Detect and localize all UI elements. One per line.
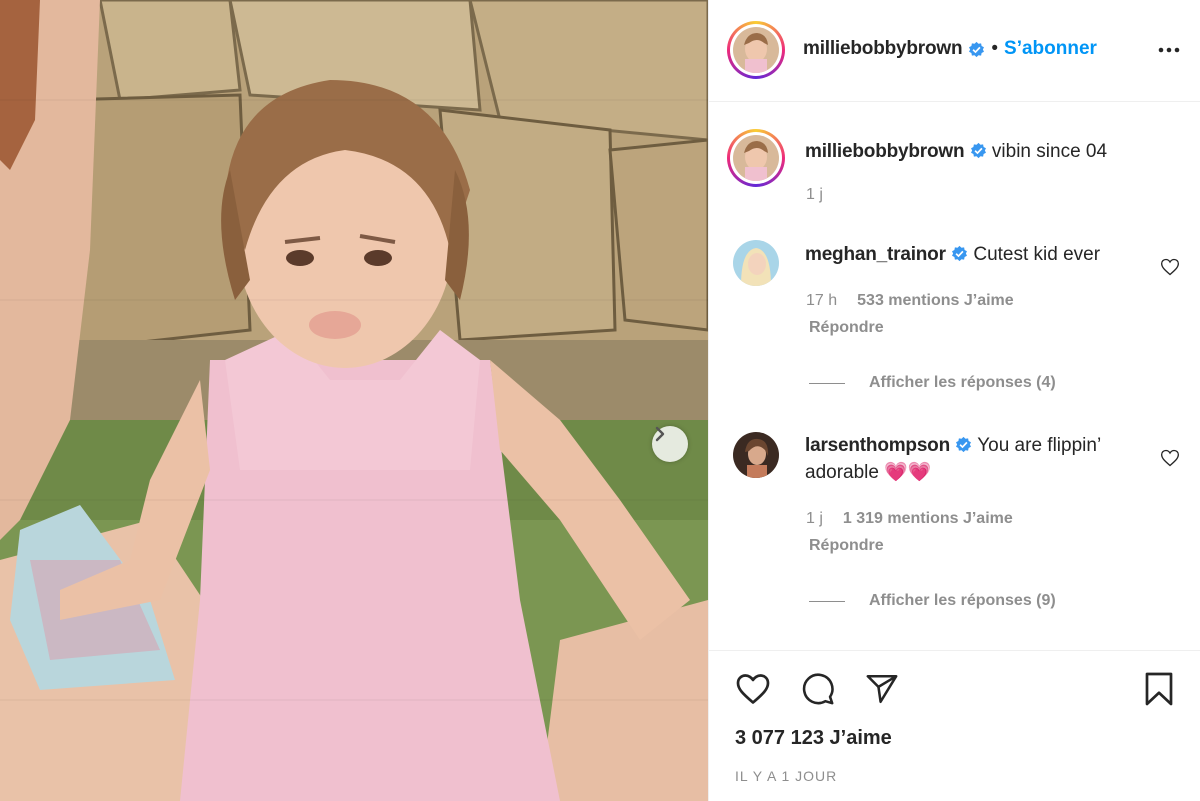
reply-button[interactable]: Répondre	[809, 537, 884, 555]
view-replies-button[interactable]: Afficher les réponses (9)	[809, 592, 1056, 610]
verified-badge-icon	[970, 142, 986, 159]
comment-icon[interactable]	[801, 672, 835, 706]
post-likes-count[interactable]: 3 077 123 J’aime	[735, 727, 892, 750]
comment-text-line-2: adorable 💗💗	[805, 462, 932, 483]
post-header: milliebobbybrown • S’abonner	[709, 0, 1200, 102]
comment-avatar-larsen[interactable]	[733, 432, 779, 478]
verified-badge-icon	[952, 245, 968, 262]
more-options-icon[interactable]	[1157, 38, 1181, 62]
comment-1-meta: 17 h 533 mentions J’aime	[806, 292, 1014, 310]
caption-time[interactable]: 1 j	[806, 186, 823, 204]
chevron-right-icon	[655, 426, 665, 442]
follow-button[interactable]: S’abonner	[1004, 38, 1097, 60]
comment-like-heart-icon[interactable]	[1160, 448, 1180, 468]
view-replies-button[interactable]: Afficher les réponses (4)	[809, 374, 1056, 392]
comment-1: meghan_trainor Cutest kid ever	[805, 241, 1155, 268]
comment-time[interactable]: 17 h	[806, 292, 837, 310]
post-actions: 3 077 123 J’aime IL Y A 1 JOUR	[709, 650, 1200, 801]
comment-text-line-1: You are flippin’	[977, 435, 1102, 456]
comment-username[interactable]: meghan_trainor	[805, 244, 946, 265]
post-timestamp[interactable]: IL Y A 1 JOUR	[735, 768, 837, 784]
comment-avatar-image	[733, 432, 779, 478]
comment-like-heart-icon[interactable]	[1160, 257, 1180, 277]
caption: milliebobbybrown vibin since 04	[805, 138, 1107, 165]
comment-avatar-meghan[interactable]	[733, 240, 779, 286]
comment-time[interactable]: 1 j	[806, 510, 823, 528]
comment-likes[interactable]: 533 mentions J’aime	[857, 292, 1014, 310]
bookmark-icon[interactable]	[1141, 671, 1177, 707]
comment-text: Cutest kid ever	[973, 244, 1101, 265]
comment-2: larsenthompson You are flippin’ adorable…	[805, 432, 1155, 486]
view-replies-label: Afficher les réponses (9)	[869, 592, 1056, 609]
post-photo[interactable]	[0, 0, 708, 801]
caption-avatar-image	[733, 135, 779, 181]
view-replies-label: Afficher les réponses (4)	[869, 374, 1056, 391]
comment-2-meta: 1 j 1 319 mentions J’aime	[806, 510, 1013, 528]
author-username[interactable]: milliebobbybrown	[803, 38, 963, 60]
comment-username[interactable]: larsenthompson	[805, 435, 950, 456]
replies-divider	[809, 382, 845, 384]
share-icon[interactable]	[865, 672, 899, 706]
caption-username[interactable]: milliebobbybrown	[805, 141, 965, 162]
verified-badge-icon	[969, 41, 985, 57]
next-photo-button[interactable]	[652, 426, 688, 462]
caption-author-avatar[interactable]	[727, 129, 785, 187]
comments-section[interactable]: milliebobbybrown vibin since 04 1 j megh…	[709, 102, 1200, 650]
author-avatar[interactable]	[727, 21, 785, 79]
separator-dot: •	[991, 38, 999, 59]
post-sidebar: milliebobbybrown • S’abonner milliebobby…	[708, 0, 1200, 801]
replies-divider	[809, 600, 845, 602]
reply-button[interactable]: Répondre	[809, 319, 884, 337]
comment-likes[interactable]: 1 319 mentions J’aime	[843, 510, 1013, 528]
comment-avatar-image	[733, 240, 779, 286]
post-image	[0, 0, 708, 801]
heart-icon[interactable]	[735, 671, 771, 707]
caption-text: vibin since 04	[991, 141, 1108, 162]
author-avatar-image	[733, 27, 779, 73]
verified-badge-icon	[956, 436, 972, 453]
